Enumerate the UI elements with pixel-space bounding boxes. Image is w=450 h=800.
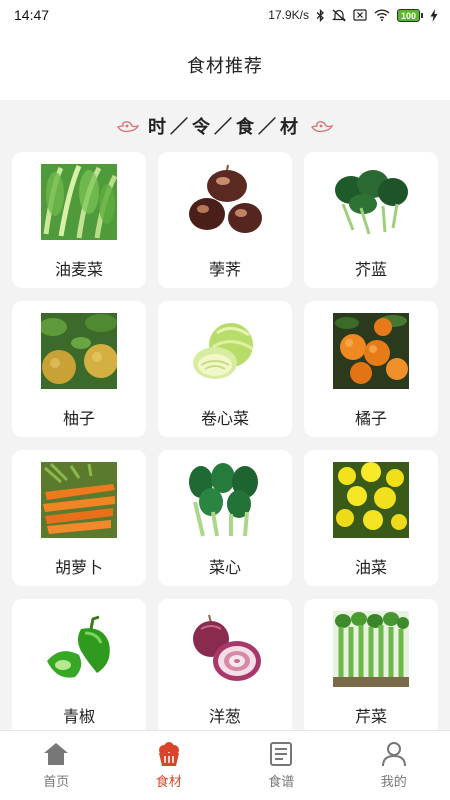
- ingredient-card[interactable]: 菜心: [158, 450, 292, 586]
- pomelo-image: [41, 313, 117, 389]
- battery-icon: 100: [396, 8, 423, 22]
- nav-label: 我的: [380, 775, 407, 790]
- ingredient-card[interactable]: 荸荠: [158, 152, 292, 288]
- nav-recipe[interactable]: 食谱: [225, 731, 338, 800]
- ingredient-label: 油麦菜: [54, 260, 103, 279]
- ingredient-label: 胡萝卜: [54, 558, 103, 577]
- ingredient-card[interactable]: 卷心菜: [158, 301, 292, 437]
- ingredient-label: 芹菜: [354, 707, 387, 726]
- network-speed: 17.9K/s: [268, 8, 309, 22]
- recipe-icon: [270, 742, 293, 766]
- status-icons: 17.9K/s 100: [268, 8, 438, 22]
- green-pepper-image: [41, 611, 117, 687]
- ingredient-card[interactable]: 芹菜: [304, 599, 438, 735]
- decor-icon-left: [117, 121, 140, 133]
- ingredient-label: 青椒: [62, 707, 95, 726]
- ingredient-label: 柚子: [62, 409, 95, 428]
- choy-sum-image: [187, 462, 263, 538]
- ingredient-label: 卷心菜: [200, 409, 249, 428]
- wifi-icon: [374, 9, 390, 21]
- chinese-kale-image: [333, 164, 409, 240]
- ingredient-label: 荸荠: [208, 260, 241, 279]
- ingredient-label: 洋葱: [208, 707, 241, 726]
- ingredient-grid: 油麦菜 荸荠 芥蓝 柚子 卷心菜 橘子 胡萝卜 菜心 油菜 青椒 洋葱 芹菜: [12, 152, 438, 735]
- section-title: 时／令／食／材: [148, 117, 302, 138]
- ingredient-card[interactable]: 油麦菜: [12, 152, 146, 288]
- nav-home[interactable]: 首页: [0, 731, 113, 800]
- battery-level: 100: [396, 8, 420, 22]
- nav-profile[interactable]: 我的: [338, 731, 450, 800]
- tangerine-image: [333, 313, 409, 389]
- header: 食材推荐: [0, 30, 450, 100]
- bottom-nav: 首页 食材 食谱 我的: [0, 730, 450, 800]
- decor-icon-right: [311, 121, 334, 133]
- cabbage-image: [187, 313, 263, 389]
- bluetooth-icon: [316, 8, 324, 22]
- lettuce-image: [41, 164, 117, 240]
- nav-food[interactable]: 食材: [113, 731, 226, 800]
- ingredient-card[interactable]: 芥蓝: [304, 152, 438, 288]
- status-bar: 14:47 17.9K/s 100: [0, 0, 450, 30]
- nav-label: 首页: [43, 775, 70, 790]
- celery-image: [333, 611, 409, 687]
- page-title: 食材推荐: [187, 56, 263, 77]
- ingredient-card[interactable]: 油菜: [304, 450, 438, 586]
- charging-icon: [430, 8, 438, 22]
- ingredient-card[interactable]: 橘子: [304, 301, 438, 437]
- ingredient-label: 菜心: [208, 558, 241, 577]
- ingredient-card[interactable]: 胡萝卜: [12, 450, 146, 586]
- onion-image: [187, 611, 263, 687]
- nav-label: 食谱: [268, 775, 295, 790]
- profile-icon: [381, 742, 406, 767]
- ingredient-label: 油菜: [354, 558, 387, 577]
- ingredient-label: 芥蓝: [354, 260, 387, 279]
- ingredient-label: 橘子: [354, 409, 387, 428]
- mute-icon: [332, 9, 346, 21]
- ingredient-card[interactable]: 柚子: [12, 301, 146, 437]
- ingredient-card[interactable]: 青椒: [12, 599, 146, 735]
- ingredient-card[interactable]: 洋葱: [158, 599, 292, 735]
- status-time: 14:47: [14, 7, 50, 23]
- no-sim-icon: [353, 9, 367, 21]
- nav-label: 食材: [155, 775, 182, 790]
- rapeseed-image: [333, 462, 409, 538]
- food-icon: [158, 742, 179, 766]
- water-chestnut-image: [187, 164, 263, 240]
- carrot-image: [41, 462, 117, 538]
- section-heading: 时／令／食／材: [0, 108, 450, 144]
- home-icon: [44, 743, 69, 765]
